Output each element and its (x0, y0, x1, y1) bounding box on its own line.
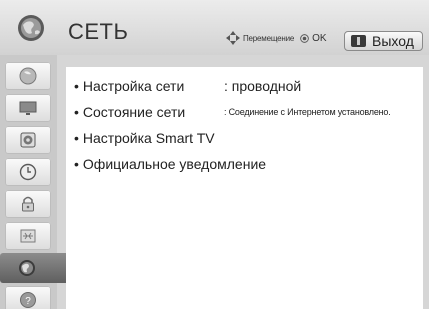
network-settings-panel: • Настройка сети : проводной • Состояние с… (66, 67, 423, 309)
sidebar-item-support[interactable]: ? (5, 286, 51, 309)
menu-item-value: : проводной (224, 78, 302, 94)
menu-item-label: Настройка сети (82, 78, 185, 94)
header-bar: СЕТЬ Перемещение OK Выход (0, 0, 429, 55)
sidebar-item-time[interactable] (5, 158, 51, 186)
menu-item-network-setting[interactable]: • Настройка сети : проводной (74, 78, 301, 94)
menu-item-smart-tv-setting[interactable]: • Настройка Smart TV (74, 130, 215, 146)
globe-icon (18, 15, 44, 41)
network-globe-icon (19, 260, 35, 276)
settings-box-icon (20, 229, 36, 243)
menu-item-label: Настройка Smart TV (82, 130, 215, 146)
sidebar-item-network[interactable] (0, 253, 66, 283)
sidebar-item-lock[interactable] (5, 190, 51, 218)
ok-button-icon (300, 33, 309, 43)
clock-icon (19, 163, 37, 181)
exit-button[interactable]: Выход (344, 31, 423, 51)
bullet: • (74, 78, 79, 94)
help-icon: ? (20, 292, 36, 308)
picture-icon (19, 67, 37, 85)
menu-item-network-status[interactable]: • Состояние сети : Соединение с Интернето… (74, 104, 391, 120)
menu-item-legal-notice[interactable]: • Официальное уведомление (74, 156, 266, 172)
menu-item-label: Состояние сети (82, 104, 186, 120)
tv-settings-screen: СЕТЬ Перемещение OK Выход ? • Настройка … (0, 0, 429, 309)
hint-move-label: Перемещение (243, 33, 295, 43)
sidebar-item-picture[interactable] (5, 62, 51, 90)
sidebar-item-option[interactable] (5, 222, 51, 250)
sidebar-item-screen[interactable] (5, 94, 51, 122)
sidebar: ? (0, 55, 66, 309)
bullet: • (74, 130, 79, 146)
navigation-hint: Перемещение OK (226, 31, 327, 45)
menu-item-label: Официальное уведомление (82, 156, 267, 172)
hint-ok-label: OK (312, 32, 327, 44)
page-title: СЕТЬ (68, 19, 129, 44)
sidebar-item-audio[interactable] (5, 126, 51, 154)
exit-key-icon (351, 35, 366, 47)
navigation-arrows-icon (226, 31, 240, 45)
svg-text:?: ? (25, 296, 31, 307)
tv-screen-icon (19, 101, 37, 115)
speaker-icon (20, 132, 36, 148)
exit-button-label: Выход (372, 33, 414, 49)
bullet: • (74, 156, 79, 172)
lock-icon (22, 196, 34, 212)
bullet: • (74, 104, 79, 120)
menu-item-value: : Соединение с Интернетом установлено. (224, 107, 391, 117)
